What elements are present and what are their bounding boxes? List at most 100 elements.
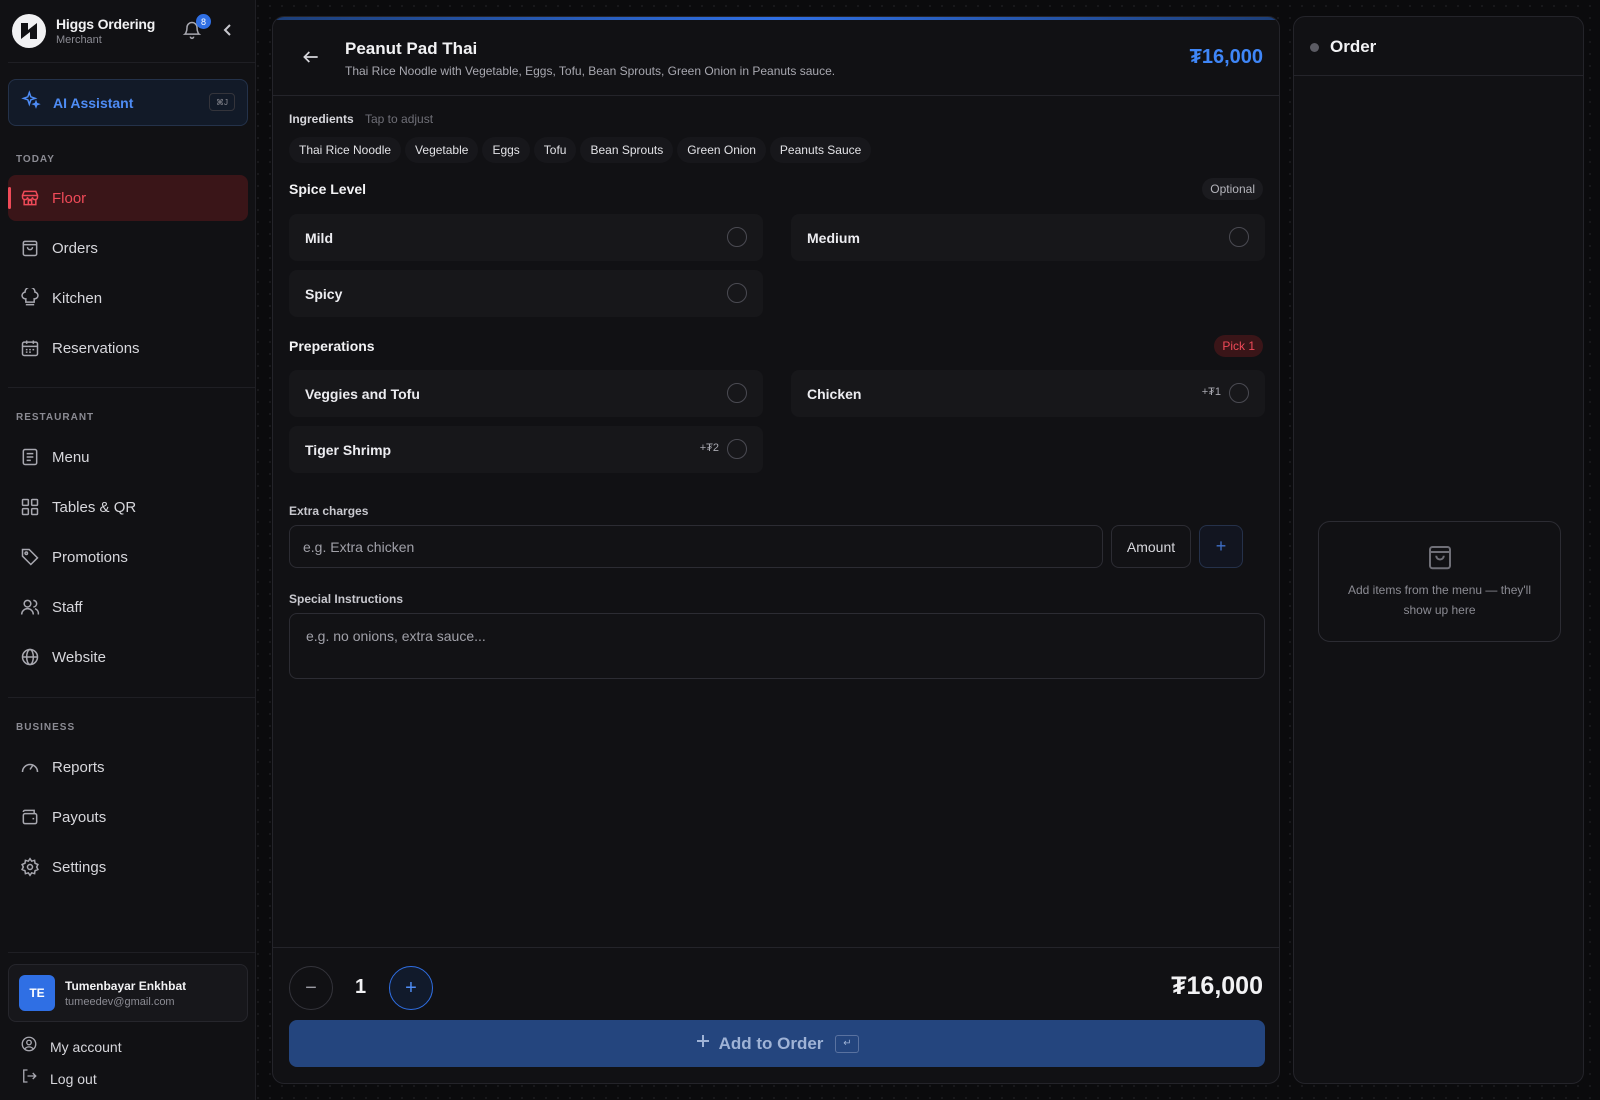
user-card[interactable]: TE Tumenbayar Enkhbat tumeedev@gmail.com: [8, 964, 248, 1022]
add-to-order-label: Add to Order: [718, 1033, 824, 1053]
user-email: tumeedev@gmail.com: [65, 995, 175, 1008]
log-out-link[interactable]: Log out: [20, 1067, 97, 1090]
nav-reservations[interactable]: Reservations: [8, 325, 248, 371]
globe-icon: [20, 647, 40, 667]
users-icon: [20, 597, 40, 617]
decrease-quantity-button[interactable]: −: [289, 966, 333, 1010]
order-header: Order: [1294, 17, 1583, 76]
prep-option-veggies-tofu[interactable]: Veggies and Tofu: [289, 370, 763, 417]
optional-badge: Optional: [1202, 178, 1263, 200]
add-extra-charge-button[interactable]: +: [1199, 525, 1243, 568]
ingredient-chips: Thai Rice Noodle Vegetable Eggs Tofu Bea…: [289, 137, 872, 163]
increase-quantity-button[interactable]: +: [389, 966, 433, 1010]
divider: [8, 952, 255, 953]
option-label: Medium: [807, 229, 860, 246]
dish-name: Peanut Pad Thai: [345, 39, 478, 58]
minus-icon: −: [305, 976, 317, 999]
radio-button[interactable]: [727, 439, 747, 459]
radio-button[interactable]: [727, 383, 747, 403]
spice-option-medium[interactable]: Medium: [791, 214, 1265, 261]
ai-assistant-button[interactable]: AI Assistant ⌘J: [8, 79, 248, 126]
back-arrow-icon[interactable]: [301, 47, 321, 67]
dish-description: Thai Rice Noodle with Vegetable, Eggs, T…: [345, 64, 836, 78]
radio-button[interactable]: [1229, 383, 1249, 403]
preparations-title: Preperations: [289, 338, 375, 354]
shopping-bag-icon: [20, 238, 40, 258]
extra-charges-label: Extra charges: [289, 504, 369, 518]
section-business: BUSINESS: [16, 722, 76, 733]
nav-kitchen[interactable]: Kitchen: [8, 275, 248, 321]
add-to-order-button[interactable]: Add to Order ↵: [289, 1020, 1265, 1067]
section-restaurant: RESTAURANT: [16, 412, 95, 423]
collapse-sidebar-icon[interactable]: [220, 22, 236, 38]
nav-orders[interactable]: Orders: [8, 225, 248, 271]
nav-promotions-label: Promotions: [52, 548, 128, 566]
ingredient-chip[interactable]: Thai Rice Noodle: [289, 137, 402, 163]
nav-tables-qr-label: Tables & QR: [52, 498, 137, 516]
shortcut-badge: ⌘J: [209, 93, 235, 111]
enter-key-badge: ↵: [835, 1034, 860, 1053]
menu-list-icon: [20, 447, 40, 467]
plus-icon: [695, 1033, 711, 1054]
nav-staff[interactable]: Staff: [8, 584, 248, 630]
nav-payouts-label: Payouts: [52, 808, 107, 826]
brand-subtitle: Merchant: [56, 34, 102, 46]
ingredient-chip[interactable]: Green Onion: [677, 137, 766, 163]
nav-floor[interactable]: Floor: [8, 175, 248, 221]
radio-button[interactable]: [1229, 227, 1249, 247]
option-label: Veggies and Tofu: [305, 385, 420, 402]
plus-icon: +: [1215, 536, 1227, 556]
order-title: Order: [1330, 37, 1377, 56]
ingredient-chip[interactable]: Eggs: [482, 137, 530, 163]
nav-website-label: Website: [52, 648, 106, 666]
prep-option-tiger-shrimp[interactable]: Tiger Shrimp +₮2: [289, 426, 763, 473]
spice-option-mild[interactable]: Mild: [289, 214, 763, 261]
item-header: Peanut Pad Thai Thai Rice Noodle with Ve…: [273, 17, 1279, 96]
divider: [8, 387, 255, 388]
nav-website[interactable]: Website: [8, 634, 248, 680]
user-name: Tumenbayar Enkhbat: [65, 978, 187, 993]
nav-kitchen-label: Kitchen: [52, 289, 103, 307]
nav-reports-label: Reports: [52, 758, 105, 776]
radio-button[interactable]: [727, 283, 747, 303]
ingredient-chip[interactable]: Vegetable: [405, 137, 479, 163]
brand-title: Higgs Ordering: [56, 16, 156, 32]
empty-order-state: Add items from the menu — they'll show u…: [1318, 521, 1561, 642]
nav-reports[interactable]: Reports: [8, 744, 248, 790]
special-instructions-input[interactable]: [289, 613, 1265, 679]
option-label: Spicy: [305, 285, 343, 302]
log-out-label: Log out: [50, 1070, 97, 1087]
nav-reservations-label: Reservations: [52, 339, 140, 357]
divider: [8, 697, 255, 698]
ingredient-chip[interactable]: Bean Sprouts: [580, 137, 674, 163]
divider: [8, 62, 255, 63]
nav-payouts[interactable]: Payouts: [8, 794, 248, 840]
sidebar: Higgs Ordering Merchant 8 AI Assistant ⌘…: [0, 0, 256, 1100]
option-label: Chicken: [807, 385, 862, 402]
ingredient-chip[interactable]: Peanuts Sauce: [769, 137, 872, 163]
nav-tables-qr[interactable]: Tables & QR: [8, 484, 248, 530]
nav-menu[interactable]: Menu: [8, 434, 248, 480]
nav-settings-label: Settings: [52, 858, 107, 876]
shopping-bag-icon: [1425, 542, 1455, 572]
quantity-value: 1: [355, 976, 367, 998]
nav-promotions[interactable]: Promotions: [8, 534, 248, 580]
total-price: ₮16,000: [1171, 972, 1263, 1000]
nav-settings[interactable]: Settings: [8, 844, 248, 890]
order-panel: Order Add items from the menu — they'll …: [1293, 16, 1584, 1084]
brand[interactable]: Higgs Ordering Merchant: [12, 14, 155, 48]
ai-assistant-label: AI Assistant: [53, 94, 134, 111]
dish-price: ₮16,000: [1189, 46, 1263, 68]
radio-button[interactable]: [727, 227, 747, 247]
prep-option-chicken[interactable]: Chicken +₮1: [791, 370, 1265, 417]
ingredient-chip[interactable]: Tofu: [533, 137, 577, 163]
amount-field[interactable]: Amount: [1111, 525, 1191, 568]
sparkle-icon: [21, 90, 41, 115]
item-footer: − 1 + ₮16,000 Add to Order ↵: [273, 947, 1279, 1083]
nav-floor-label: Floor: [52, 189, 87, 207]
my-account-link[interactable]: My account: [20, 1035, 122, 1058]
option-label: Tiger Shrimp: [305, 441, 392, 458]
extra-charge-input[interactable]: [289, 525, 1103, 568]
spice-option-spicy[interactable]: Spicy: [289, 270, 763, 317]
nav-staff-label: Staff: [52, 598, 83, 616]
